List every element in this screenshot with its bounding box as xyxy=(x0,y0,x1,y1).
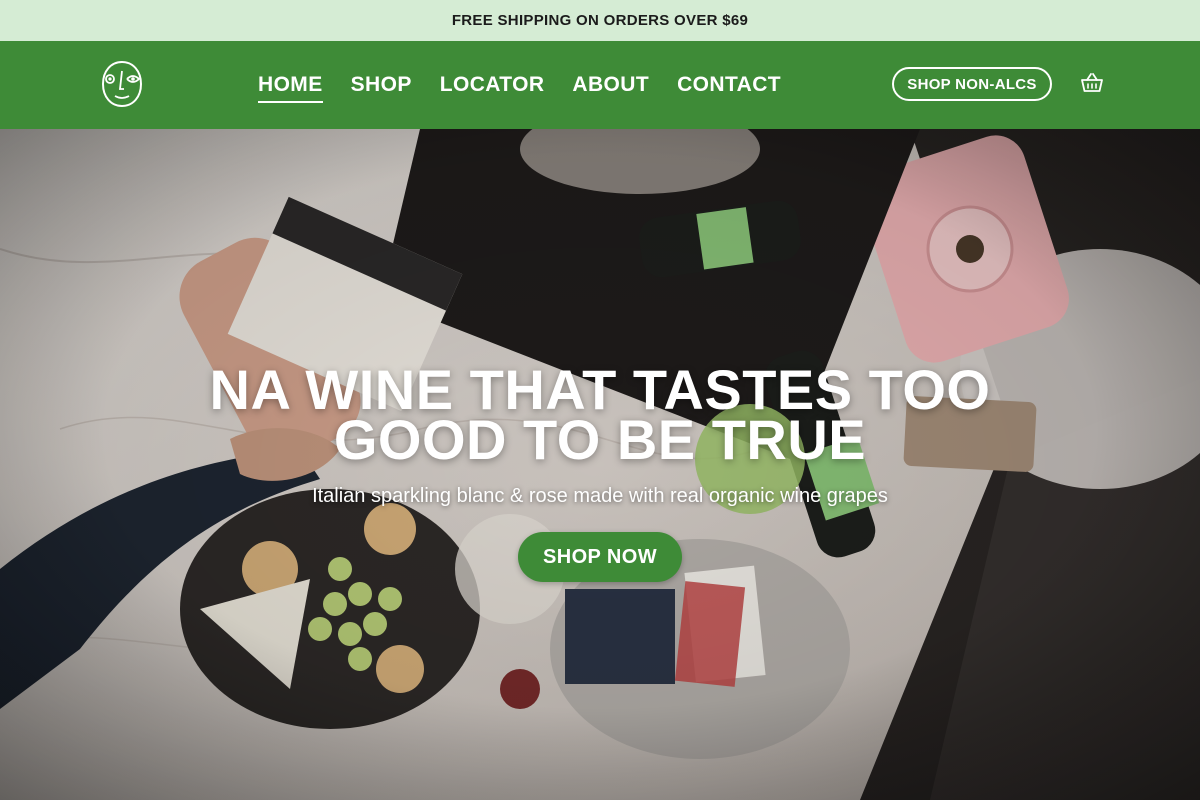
shop-now-button[interactable]: SHOP NOW xyxy=(518,532,682,582)
announcement-text: FREE SHIPPING ON ORDERS OVER $69 xyxy=(451,12,749,29)
hero-section: NA WINE THAT TASTES TOO GOOD TO BE TRUE … xyxy=(0,129,1200,800)
site-header: HOME SHOP LOCATOR ABOUT CONTACT SHOP NON… xyxy=(0,41,1200,129)
main-nav: HOME SHOP LOCATOR ABOUT CONTACT xyxy=(244,41,795,129)
nav-home[interactable]: HOME xyxy=(244,73,337,103)
shop-non-alcs-button[interactable]: SHOP NON-ALCS xyxy=(892,67,1052,101)
hero-subheadline: Italian sparkling blanc & rose made with… xyxy=(312,485,888,507)
face-logo-icon[interactable] xyxy=(100,59,144,109)
basket-icon[interactable] xyxy=(1080,71,1104,95)
announcement-bar: FREE SHIPPING ON ORDERS OVER $69 xyxy=(0,0,1200,41)
nav-contact[interactable]: CONTACT xyxy=(663,73,795,97)
nav-shop[interactable]: SHOP xyxy=(337,73,426,97)
nav-locator[interactable]: LOCATOR xyxy=(426,73,559,97)
nav-about[interactable]: ABOUT xyxy=(558,73,663,97)
hero-headline: NA WINE THAT TASTES TOO GOOD TO BE TRUE xyxy=(209,358,991,471)
